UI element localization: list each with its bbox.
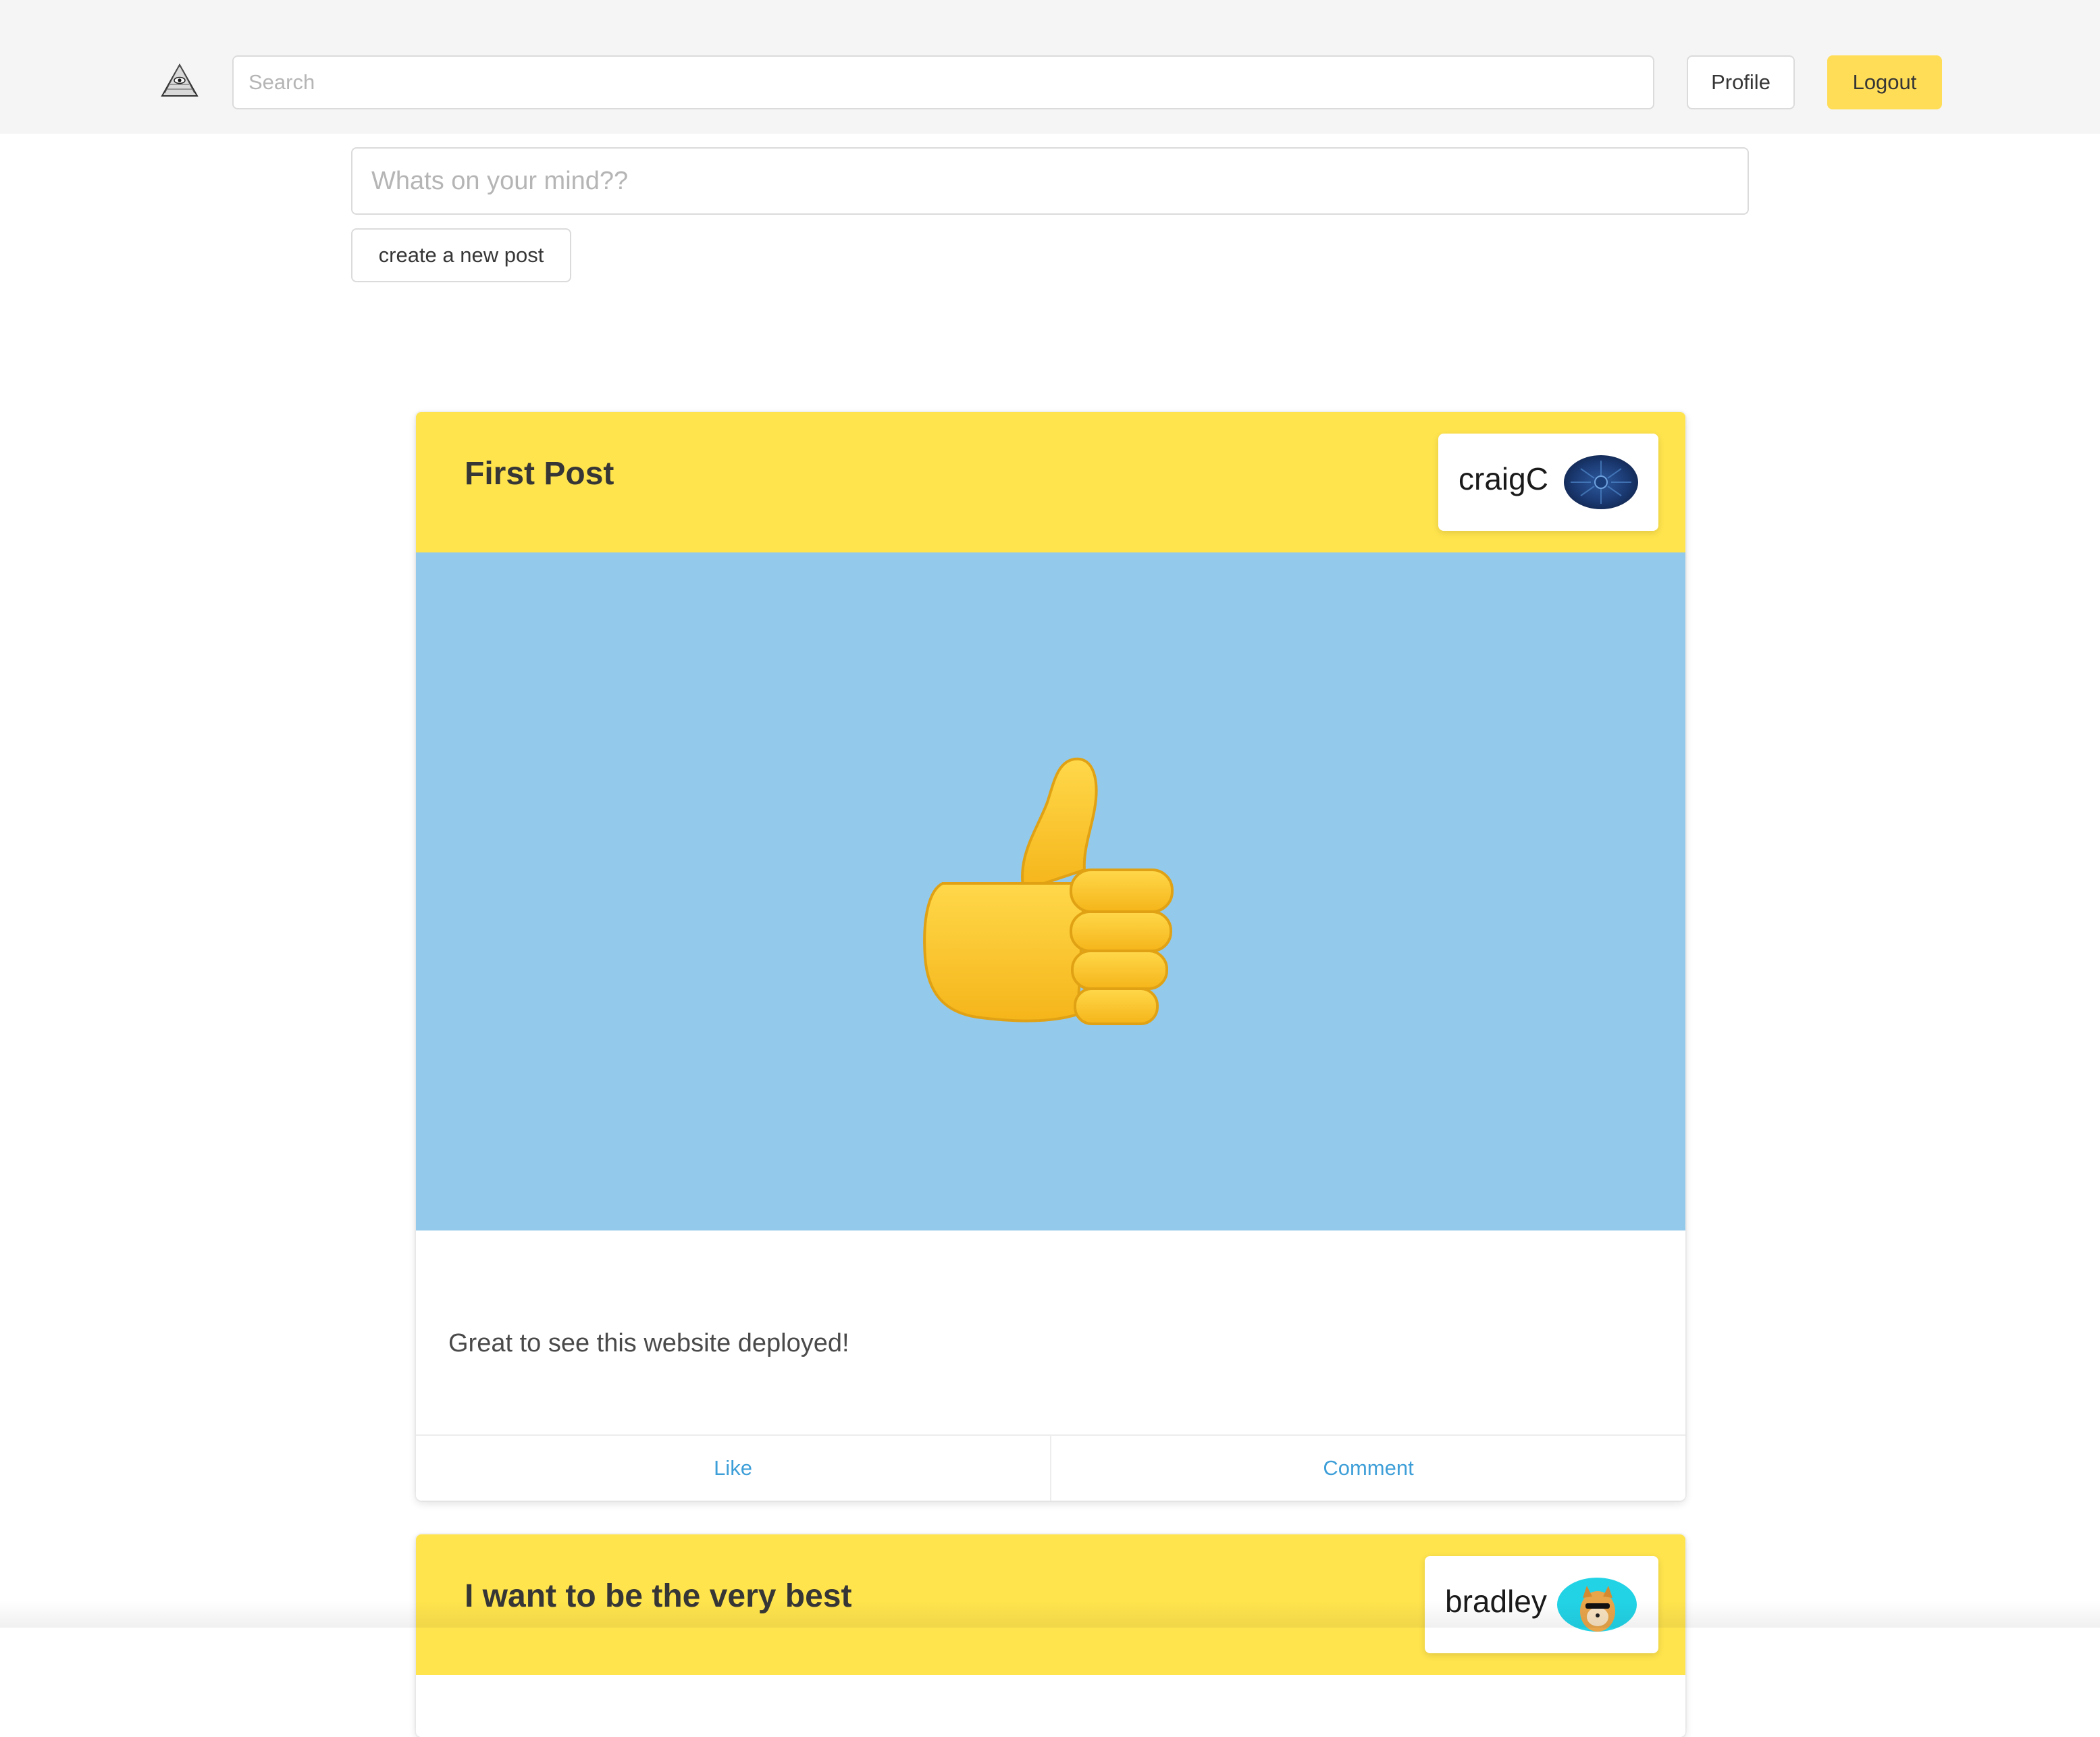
profile-button[interactable]: Profile	[1687, 55, 1795, 109]
like-button[interactable]: Like	[416, 1436, 1050, 1501]
top-navbar: Profile Logout	[0, 0, 2100, 134]
avatar	[1564, 455, 1638, 509]
post-composer-input[interactable]	[351, 147, 1749, 215]
eye-pyramid-icon[interactable]	[159, 62, 200, 99]
post-card-header: First Post craigC	[416, 412, 1685, 552]
thumbs-up-emoji-icon	[923, 757, 1174, 1025]
comment-button[interactable]: Comment	[1050, 1436, 1685, 1501]
create-post-button[interactable]: create a new post	[351, 228, 571, 282]
post-card: First Post craigC Great to see this webs…	[416, 412, 1685, 1501]
post-card-footer: Like Comment	[416, 1434, 1685, 1501]
author-chip[interactable]: bradley	[1425, 1556, 1658, 1653]
logout-button[interactable]: Logout	[1827, 55, 1942, 109]
author-name: bradley	[1445, 1584, 1547, 1619]
post-card-header: I want to be the very best bradley	[416, 1534, 1685, 1675]
author-chip[interactable]: craigC	[1438, 434, 1658, 531]
search-input[interactable]	[232, 55, 1654, 109]
post-card: I want to be the very best bradley	[416, 1534, 1685, 1737]
post-title: I want to be the very best	[465, 1578, 852, 1614]
avatar	[1557, 1578, 1637, 1632]
post-image	[416, 552, 1685, 1230]
author-name: craigC	[1459, 461, 1548, 496]
post-title: First Post	[465, 456, 614, 492]
post-content: Great to see this website deployed!	[448, 1329, 849, 1357]
